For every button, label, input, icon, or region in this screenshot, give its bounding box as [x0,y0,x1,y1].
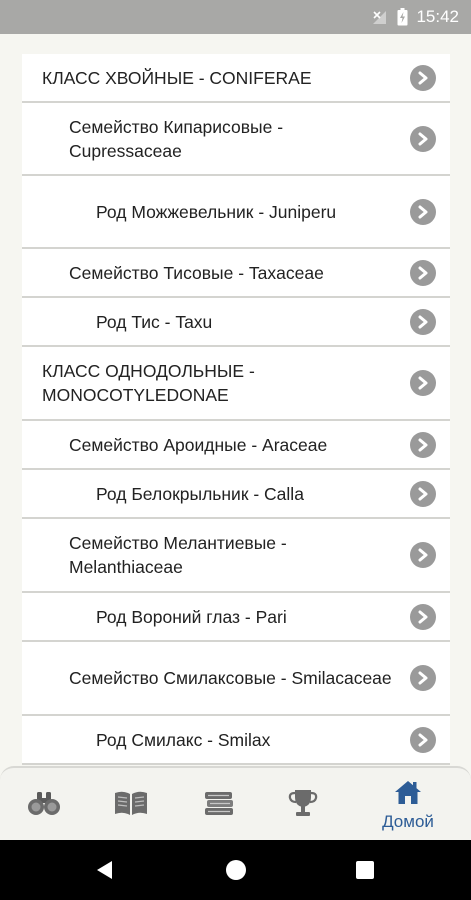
system-navigation-bar [0,840,471,900]
list-item[interactable]: Род Вороний глаз - Pari [22,593,450,642]
tab-home[interactable]: Домой [370,768,446,842]
chevron-right-icon [410,125,436,152]
list-item-label: Род Смилакс - Smilax [96,729,271,750]
tab-book[interactable] [108,768,154,842]
chevron-right-icon [410,603,436,630]
list-item[interactable]: Род Можжевельник - Juniperu [22,176,450,249]
chevron-right-icon [410,308,436,335]
bottom-navigation: Домой [0,766,471,840]
home-circle-icon[interactable] [221,855,251,885]
chevron-right-icon [410,726,436,753]
status-time: 15:42 [416,7,459,26]
home-icon [393,779,423,810]
list-item[interactable]: Семейство Ароидные - Araceae [22,421,450,470]
list-item[interactable]: Род Белокрыльник - Calla [22,470,450,519]
books-stack-icon [202,789,236,822]
chevron-right-icon [410,480,436,507]
list-item[interactable]: Семейство Смилаксовые - Smilacaceae [22,642,450,716]
chevron-right-icon [410,259,436,286]
chevron-right-icon [410,370,436,396]
binoculars-icon [27,789,61,822]
no-signal-icon [371,9,387,25]
open-book-icon [113,789,149,822]
tab-trophy[interactable] [280,768,326,842]
chevron-right-icon [410,431,436,458]
trophy-icon [287,787,319,824]
recents-icon[interactable] [350,855,380,885]
list-item-label: Семейство Кипарисовые - Cupressaceae [69,116,284,161]
list-item[interactable]: Семейство Мелантиевые - Melanthiaceae [22,519,450,593]
list-item-label: Род Белокрыльник - Calla [96,483,304,504]
tab-books[interactable] [196,768,242,842]
status-bar: 15:42 [0,0,471,34]
list-item-label: Род Вороний глаз - Pari [96,606,287,627]
battery-charging-icon [397,8,408,26]
list-item[interactable]: Род Тис - Taxu [22,298,450,347]
list-item[interactable]: Семейство Тисовые - Taxaceae [22,249,450,298]
list-item-label: КЛАСС ОДНОДОЛЬНЫЕ - MONOCOTYLEDONAE [42,361,255,405]
list-item-label: КЛАСС ХВОЙНЫЕ - CONIFERAE [42,67,312,88]
list-item-label: Семейство Тисовые - Taxaceae [69,262,324,283]
list-item-label: Семейство Ароидные - Araceae [69,434,328,455]
back-icon[interactable] [90,855,120,885]
list-item-label: Род Тис - Taxu [96,311,213,332]
chevron-right-icon [410,64,436,91]
list-item[interactable]: КЛАСС ОДНОДОЛЬНЫЕ - MONOCOTYLEDONAE [22,347,450,421]
list-item[interactable]: Род Смилакс - Smilax [22,716,450,765]
tab-home-label: Домой [382,811,434,831]
tab-binoculars[interactable] [20,768,68,842]
list-item-label: Род Можжевельник - Juniperu [96,201,337,222]
chevron-right-icon [410,665,436,691]
taxonomy-list: КЛАСС ХВОЙНЫЕ - CONIFERAE Семейство Кипа… [22,54,450,765]
chevron-right-icon [410,542,436,568]
list-item[interactable]: КЛАСС ХВОЙНЫЕ - CONIFERAE [22,54,450,103]
chevron-right-icon [410,198,436,225]
list-item[interactable]: Семейство Кипарисовые - Cupressaceae [22,103,450,176]
list-item-label: Семейство Смилаксовые - Smilacaceae [69,668,392,688]
list-item-label: Семейство Мелантиевые - Melanthiaceae [69,533,287,577]
